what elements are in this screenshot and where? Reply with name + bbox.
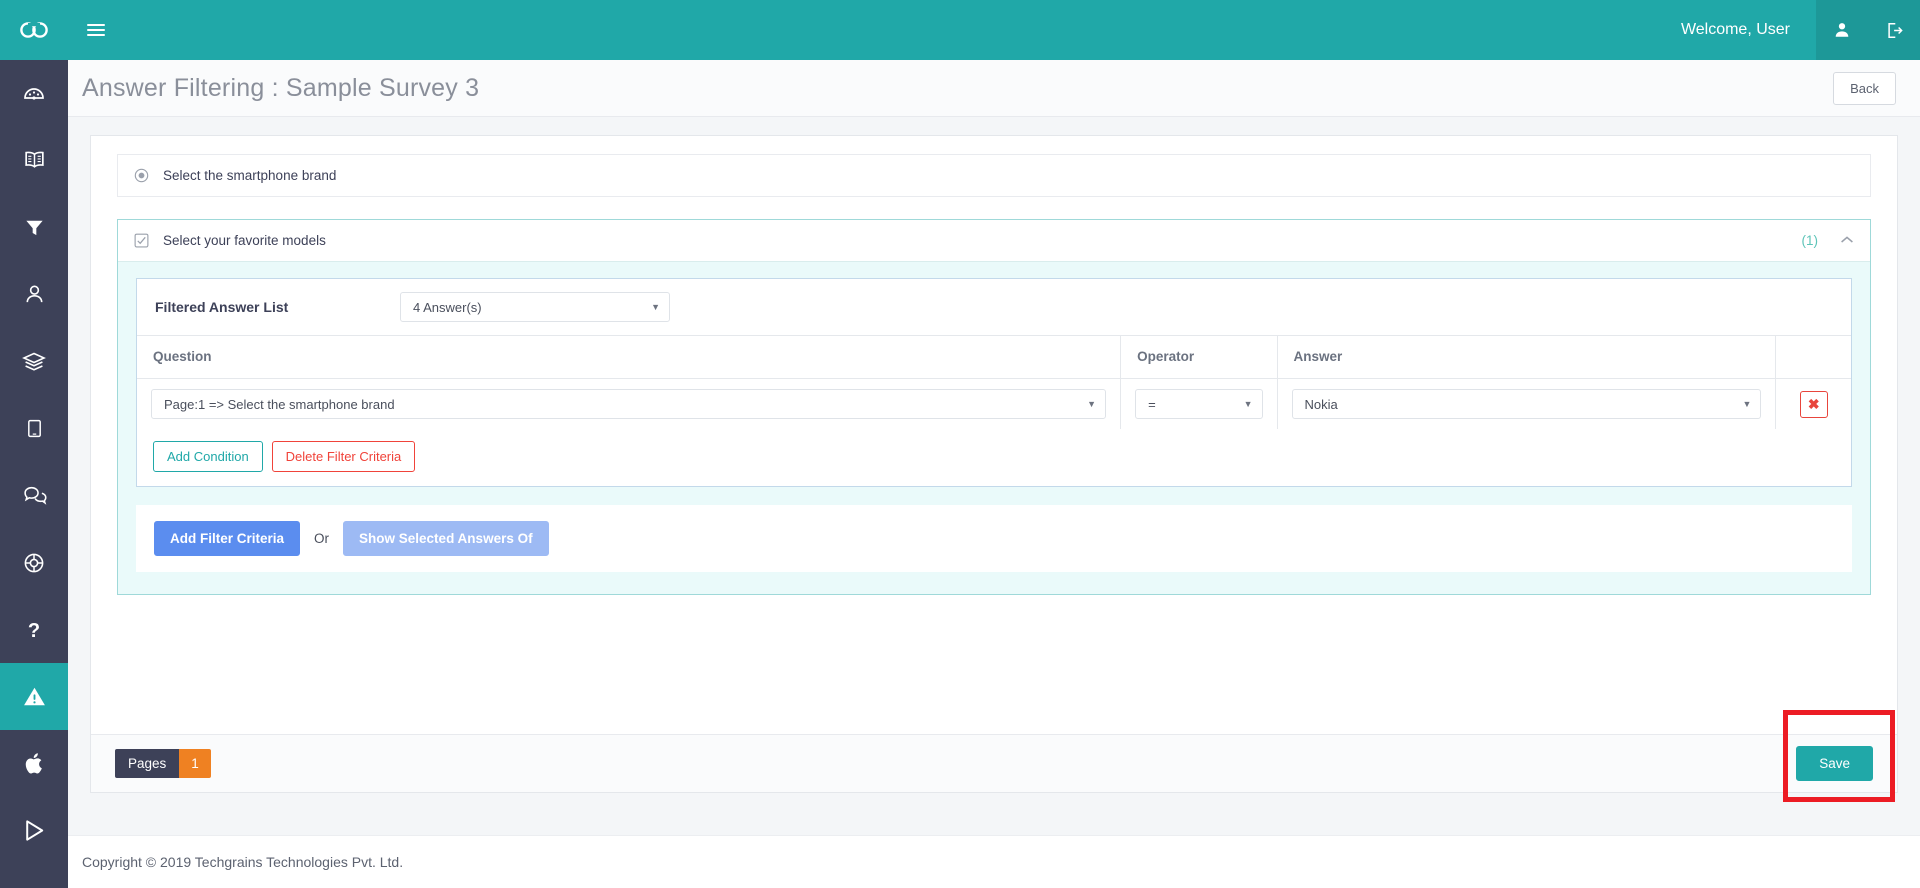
save-button[interactable]: Save (1796, 746, 1873, 781)
caret-down-icon: ▼ (1742, 399, 1752, 409)
sidebar-item-help[interactable]: ? (0, 596, 68, 663)
cell-delete: ✖ (1776, 379, 1851, 430)
table-header-row: Question Operator Answer (137, 336, 1851, 379)
sidebar-item-android-app[interactable] (0, 797, 68, 864)
question-label: Select the smartphone brand (163, 168, 337, 183)
panel-action-buttons: Add Filter Criteria Or Show Selected Ans… (136, 505, 1852, 572)
card-footer: Pages 1 Save (91, 734, 1897, 792)
page-title: Answer Filtering : Sample Survey 3 (82, 73, 480, 102)
topbar: Welcome, User (68, 0, 1920, 60)
chat-bubbles-icon (23, 486, 47, 505)
column-header-operator: Operator (1120, 336, 1278, 379)
show-selected-answers-button[interactable]: Show Selected Answers Of (343, 521, 549, 556)
sidebar-item-filter[interactable] (0, 194, 68, 261)
question-mark-icon: ? (28, 620, 40, 642)
infinity-logo-icon (20, 22, 48, 38)
cell-question: Page:1 => Select the smartphone brand ▼ (137, 378, 1122, 429)
answer-select[interactable]: Nokia ▼ (1291, 389, 1762, 419)
book-icon (24, 151, 44, 168)
sidebar-item-library[interactable] (0, 127, 68, 194)
dashboard-gauge-icon (24, 87, 44, 100)
add-condition-button[interactable]: Add Condition (153, 441, 263, 472)
sidebar-item-support[interactable] (0, 529, 68, 596)
table-head: Question Operator Answer (137, 336, 1851, 379)
filter-conditions-table: Question Operator Answer Page:1 => Selec… (137, 336, 1851, 429)
question-panel-favorite-models: Select your favorite models (1) Filtered… (117, 219, 1871, 595)
question-select[interactable]: Page:1 => Select the smartphone brand ▼ (151, 389, 1107, 419)
sidebar-toggle-button[interactable] (68, 0, 124, 60)
caret-down-icon: ▼ (651, 302, 660, 312)
operator-select[interactable]: = ▼ (1135, 389, 1263, 419)
question-row-smartphone-brand[interactable]: Select the smartphone brand (117, 154, 1871, 197)
question-label: Select your favorite models (163, 233, 326, 248)
answer-count-value: 4 Answer(s) (413, 299, 482, 315)
sidebar-item-dashboard[interactable] (0, 60, 68, 127)
cell-operator: = ▼ (1120, 378, 1278, 429)
filtered-answer-list-label: Filtered Answer List (155, 299, 289, 315)
sidebar-item-layers[interactable] (0, 328, 68, 395)
close-x-icon: ✖ (1807, 396, 1820, 412)
logout-button[interactable] (1868, 0, 1920, 60)
main-content: Select the smartphone brand Select your … (68, 117, 1920, 835)
sidebar: ? (0, 0, 68, 888)
pages-label: Pages (115, 749, 180, 778)
app-root: ? Welcome, User Answer Filtering: Sampl… (0, 0, 1920, 888)
life-ring-icon (24, 553, 44, 572)
back-button[interactable]: Back (1833, 71, 1896, 105)
question-select-value: Page:1 => Select the smartphone brand (164, 396, 395, 412)
delete-condition-button[interactable]: ✖ (1799, 390, 1828, 418)
column-header-question: Question (137, 336, 1122, 379)
radio-button-icon (134, 168, 149, 183)
filtered-answer-list-row: Filtered Answer List 4 Answer(s) ▼ (137, 279, 1851, 336)
content-card: Select the smartphone brand Select your … (90, 135, 1898, 802)
add-filter-criteria-button[interactable]: Add Filter Criteria (154, 521, 301, 556)
hamburger-menu-icon (87, 21, 105, 39)
delete-filter-criteria-button[interactable]: Delete Filter Criteria (271, 441, 416, 472)
apple-logo-icon (25, 753, 42, 774)
google-play-icon (25, 820, 43, 841)
page-header: Answer Filtering : Sample Survey 3 Back (68, 60, 1920, 117)
copyright-text: Copyright © 2019 Techgrains Technologies… (82, 854, 404, 870)
layers-icon (22, 352, 46, 371)
column-header-actions (1775, 336, 1851, 379)
answer-select-value: Nokia (1304, 396, 1338, 412)
page-number-badge[interactable]: 1 (179, 749, 211, 778)
table-row: Page:1 => Select the smartphone brand ▼ … (137, 378, 1851, 430)
operator-select-value: = (1148, 396, 1156, 412)
sidebar-item-users[interactable] (0, 261, 68, 328)
column-header-answer: Answer (1277, 336, 1777, 379)
sidebar-item-messages[interactable] (0, 462, 68, 529)
sidebar-item-ios-app[interactable] (0, 730, 68, 797)
chevron-up-icon[interactable] (1840, 232, 1854, 250)
user-icon (1835, 23, 1849, 37)
svg-text:?: ? (28, 620, 40, 642)
page-footer: Copyright © 2019 Techgrains Technologies… (68, 835, 1920, 888)
or-separator-label: Or (314, 531, 330, 546)
caret-down-icon: ▼ (1243, 399, 1253, 409)
caret-down-icon: ▼ (1087, 399, 1097, 409)
logout-icon (1887, 22, 1903, 38)
answer-count-select[interactable]: 4 Answer(s) ▼ (400, 292, 670, 322)
account-button[interactable] (1816, 0, 1868, 60)
tablet-device-icon (27, 419, 41, 438)
table-body: Page:1 => Select the smartphone brand ▼ … (137, 378, 1851, 430)
question-panel-header[interactable]: Select your favorite models (1) (118, 220, 1870, 262)
app-logo[interactable] (0, 0, 68, 60)
warning-triangle-icon (23, 687, 45, 706)
checkbox-checked-icon (134, 233, 149, 248)
filter-criteria-box: Filtered Answer List 4 Answer(s) ▼ Quest… (136, 278, 1852, 487)
filter-funnel-icon (25, 220, 43, 236)
criteria-action-buttons: Add Condition Delete Filter Criteria (137, 429, 1851, 486)
sidebar-item-device[interactable] (0, 395, 68, 462)
user-profile-icon (25, 285, 43, 303)
welcome-message: Welcome, User (1680, 21, 1790, 38)
filter-count-badge: (1) (1801, 233, 1819, 248)
cell-answer: Nokia ▼ (1277, 378, 1777, 429)
sidebar-item-alerts[interactable] (0, 663, 68, 730)
